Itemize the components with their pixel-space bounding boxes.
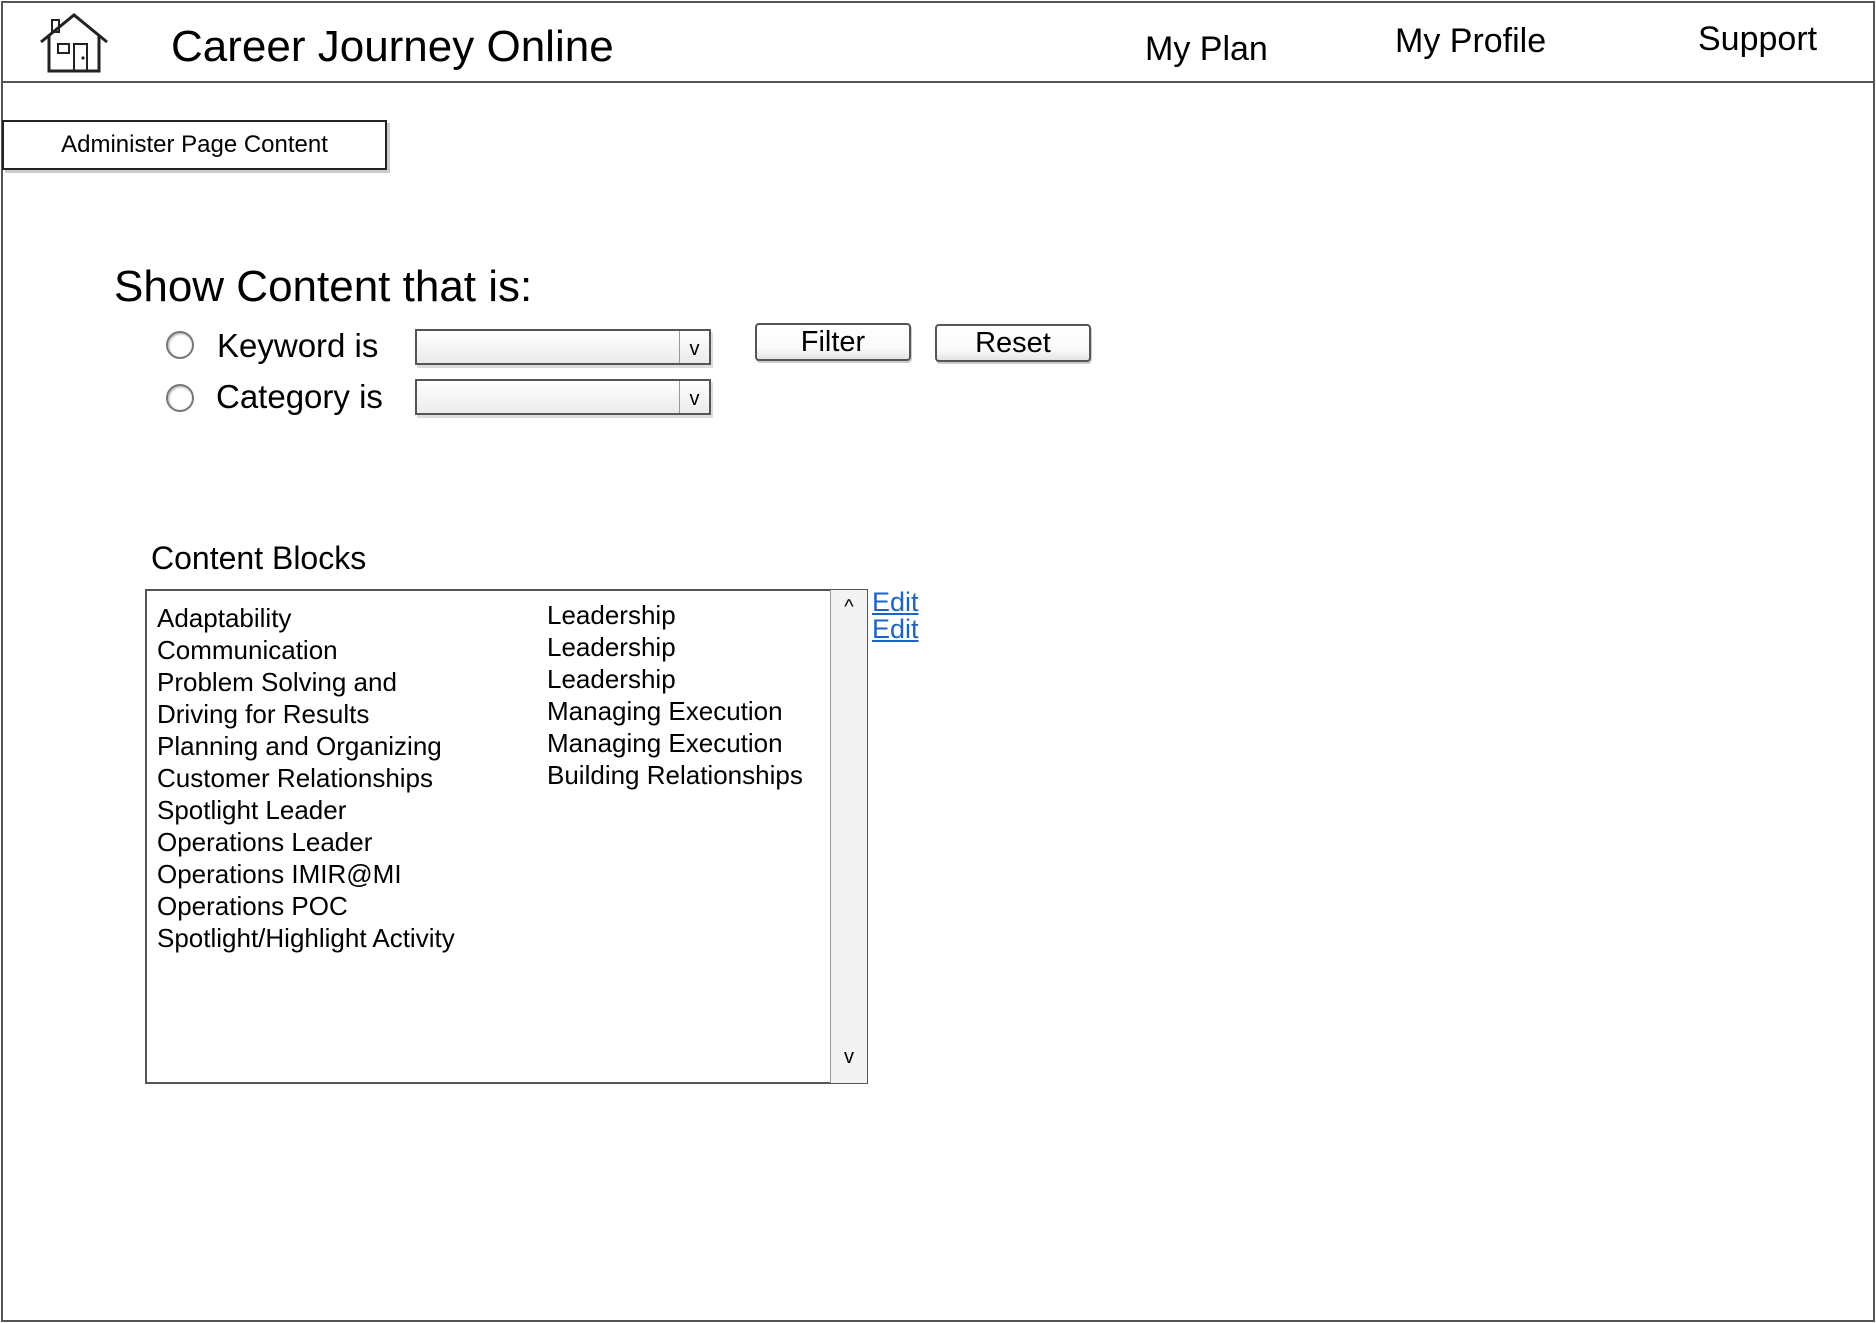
list-item[interactable]: Operations POC [157, 890, 455, 922]
list-item-category: Leadership [547, 600, 676, 630]
nav-my-plan[interactable]: My Plan [1145, 30, 1268, 69]
list-item[interactable]: Problem Solving and [157, 666, 455, 698]
home-icon[interactable] [38, 12, 110, 79]
content-block-names-column: Adaptability Communication Problem Solvi… [157, 602, 455, 954]
list-item[interactable]: Planning and Organizing [157, 730, 455, 762]
category-label: Category is [216, 378, 383, 415]
list-item[interactable]: Operations Leader [157, 826, 455, 858]
app-title: Career Journey Online [171, 22, 614, 71]
list-item-category: Leadership [547, 664, 676, 694]
list-item[interactable]: Operations IMIR@MI [157, 858, 455, 890]
list-item-category: Managing Execution [547, 696, 783, 726]
list-item-category: Building Relationships [547, 760, 803, 790]
scroll-up-icon[interactable]: ^ [831, 596, 867, 619]
list-item[interactable]: Spotlight Leader [157, 794, 455, 826]
chevron-down-icon[interactable]: v [679, 381, 709, 413]
list-item-category: Managing Execution [547, 728, 783, 758]
category-dropdown[interactable]: v [415, 379, 711, 415]
nav-support[interactable]: Support [1698, 20, 1817, 59]
chevron-down-icon[interactable]: v [679, 331, 709, 363]
content-block-categories-column: Leadership Leadership Leadership Managin… [547, 599, 803, 791]
list-item[interactable]: Customer Relationships [157, 762, 455, 794]
scroll-down-icon[interactable]: v [831, 1046, 867, 1069]
list-item-category: Leadership [547, 632, 676, 662]
keyword-dropdown[interactable]: v [415, 329, 711, 365]
list-item[interactable]: Adaptability [157, 602, 455, 634]
edit-link[interactable]: Edit [872, 614, 919, 645]
nav-my-profile[interactable]: My Profile [1395, 22, 1546, 61]
list-item[interactable]: Communication [157, 634, 455, 666]
filter-button[interactable]: Filter [755, 323, 911, 361]
content-blocks-heading: Content Blocks [151, 540, 367, 576]
administer-page-content-tab[interactable]: Administer Page Content [2, 120, 387, 170]
filter-heading: Show Content that is: [114, 262, 533, 311]
reset-button[interactable]: Reset [935, 324, 1091, 362]
list-scrollbar[interactable]: ^ v [830, 590, 867, 1083]
list-item[interactable]: Spotlight/Highlight Activity [157, 922, 455, 954]
category-radio[interactable] [166, 384, 194, 412]
administer-page-content-label: Administer Page Content [61, 131, 328, 158]
list-item[interactable]: Driving for Results [157, 698, 455, 730]
keyword-label: Keyword is [217, 327, 379, 364]
keyword-radio[interactable] [166, 331, 194, 359]
